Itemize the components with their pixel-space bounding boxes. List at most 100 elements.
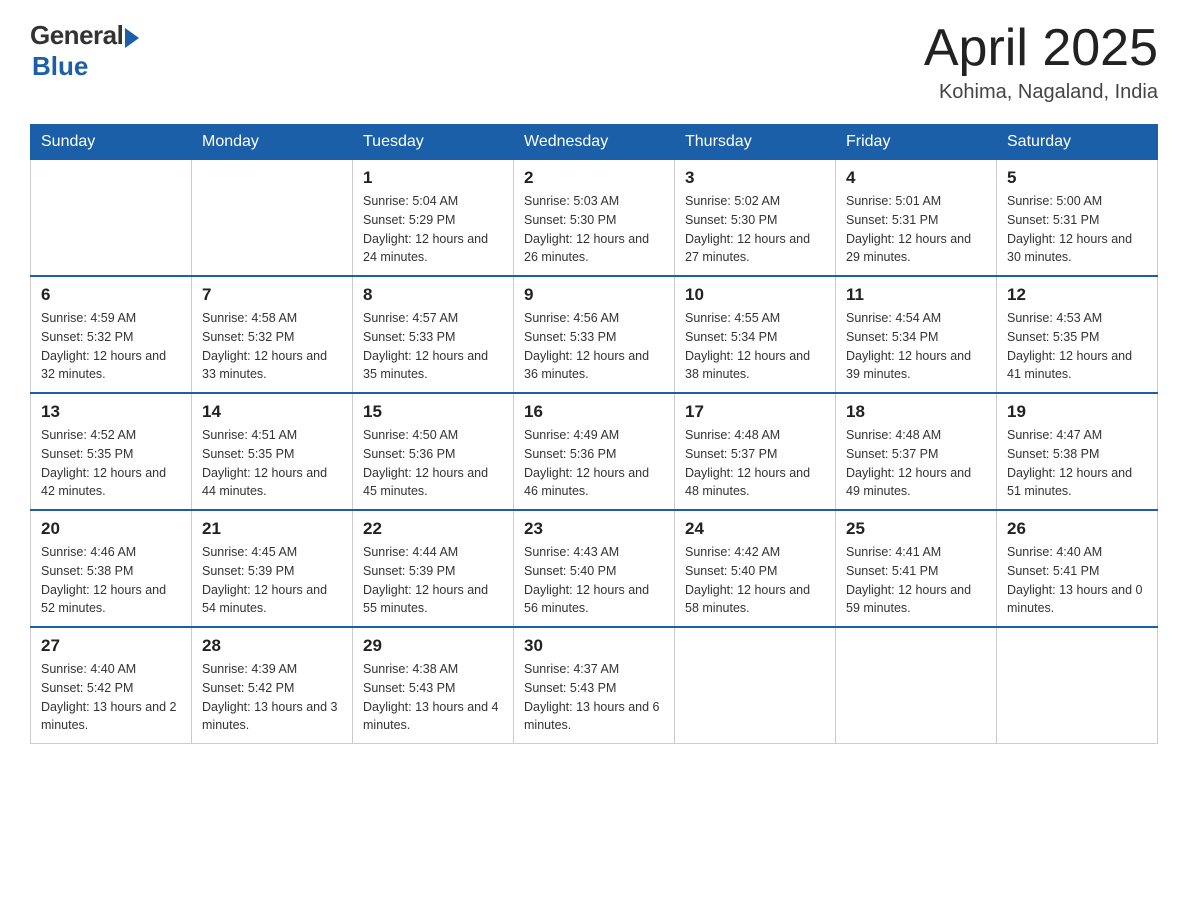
calendar-cell: 11 Sunrise: 4:54 AMSunset: 5:34 PMDayligh… (836, 276, 997, 393)
day-number: 7 (202, 285, 342, 305)
calendar-cell: 7 Sunrise: 4:58 AMSunset: 5:32 PMDaylight… (192, 276, 353, 393)
day-number: 18 (846, 402, 986, 422)
calendar-title: April 2025 (924, 20, 1158, 77)
weekday-header-wednesday: Wednesday (514, 125, 675, 160)
calendar-cell (997, 627, 1158, 744)
day-number: 10 (685, 285, 825, 305)
day-info: Sunrise: 5:03 AMSunset: 5:30 PMDaylight:… (524, 192, 664, 267)
day-info: Sunrise: 4:46 AMSunset: 5:38 PMDaylight:… (41, 543, 181, 618)
calendar-cell: 6 Sunrise: 4:59 AMSunset: 5:32 PMDaylight… (31, 276, 192, 393)
day-number: 3 (685, 168, 825, 188)
day-info: Sunrise: 4:43 AMSunset: 5:40 PMDaylight:… (524, 543, 664, 618)
day-info: Sunrise: 4:48 AMSunset: 5:37 PMDaylight:… (846, 426, 986, 501)
calendar-cell: 1 Sunrise: 5:04 AMSunset: 5:29 PMDaylight… (353, 160, 514, 277)
logo-blue-text: Blue (32, 51, 88, 82)
day-number: 12 (1007, 285, 1147, 305)
day-number: 26 (1007, 519, 1147, 539)
day-info: Sunrise: 4:39 AMSunset: 5:42 PMDaylight:… (202, 660, 342, 735)
day-info: Sunrise: 5:04 AMSunset: 5:29 PMDaylight:… (363, 192, 503, 267)
day-number: 27 (41, 636, 181, 656)
calendar-week-row: 6 Sunrise: 4:59 AMSunset: 5:32 PMDaylight… (31, 276, 1158, 393)
day-info: Sunrise: 4:42 AMSunset: 5:40 PMDaylight:… (685, 543, 825, 618)
calendar-cell: 27Sunrise: 4:40 AMSunset: 5:42 PMDayligh… (31, 627, 192, 744)
day-number: 15 (363, 402, 503, 422)
day-info: Sunrise: 4:50 AMSunset: 5:36 PMDaylight:… (363, 426, 503, 501)
day-info: Sunrise: 4:44 AMSunset: 5:39 PMDaylight:… (363, 543, 503, 618)
day-number: 1 (363, 168, 503, 188)
day-info: Sunrise: 4:48 AMSunset: 5:37 PMDaylight:… (685, 426, 825, 501)
day-number: 20 (41, 519, 181, 539)
calendar-cell: 17 Sunrise: 4:48 AMSunset: 5:37 PMDayligh… (675, 393, 836, 510)
day-info: Sunrise: 5:02 AMSunset: 5:30 PMDaylight:… (685, 192, 825, 267)
calendar-cell: 29Sunrise: 4:38 AMSunset: 5:43 PMDayligh… (353, 627, 514, 744)
weekday-header-friday: Friday (836, 125, 997, 160)
day-info: Sunrise: 4:57 AMSunset: 5:33 PMDaylight:… (363, 309, 503, 384)
day-info: Sunrise: 4:56 AMSunset: 5:33 PMDaylight:… (524, 309, 664, 384)
day-number: 5 (1007, 168, 1147, 188)
weekday-header-saturday: Saturday (997, 125, 1158, 160)
title-block: April 2025 Kohima, Nagaland, India (924, 20, 1158, 104)
day-number: 11 (846, 285, 986, 305)
calendar-cell: 20 Sunrise: 4:46 AMSunset: 5:38 PMDayligh… (31, 510, 192, 627)
weekday-header-row: SundayMondayTuesdayWednesdayThursdayFrid… (31, 125, 1158, 160)
day-info: Sunrise: 4:51 AMSunset: 5:35 PMDaylight:… (202, 426, 342, 501)
day-number: 19 (1007, 402, 1147, 422)
calendar-cell: 16Sunrise: 4:49 AMSunset: 5:36 PMDayligh… (514, 393, 675, 510)
day-number: 8 (363, 285, 503, 305)
calendar-cell: 14 Sunrise: 4:51 AMSunset: 5:35 PMDayligh… (192, 393, 353, 510)
day-number: 6 (41, 285, 181, 305)
day-info: Sunrise: 4:53 AMSunset: 5:35 PMDaylight:… (1007, 309, 1147, 384)
logo-general-text: General (30, 20, 123, 51)
calendar-table: SundayMondayTuesdayWednesdayThursdayFrid… (30, 124, 1158, 744)
calendar-cell: 5 Sunrise: 5:00 AMSunset: 5:31 PMDaylight… (997, 160, 1158, 277)
day-number: 4 (846, 168, 986, 188)
calendar-cell: 22Sunrise: 4:44 AMSunset: 5:39 PMDayligh… (353, 510, 514, 627)
calendar-location: Kohima, Nagaland, India (924, 81, 1158, 104)
day-info: Sunrise: 5:01 AMSunset: 5:31 PMDaylight:… (846, 192, 986, 267)
day-info: Sunrise: 4:49 AMSunset: 5:36 PMDaylight:… (524, 426, 664, 501)
day-number: 13 (41, 402, 181, 422)
calendar-cell: 13 Sunrise: 4:52 AMSunset: 5:35 PMDayligh… (31, 393, 192, 510)
day-info: Sunrise: 4:40 AMSunset: 5:41 PMDaylight:… (1007, 543, 1147, 618)
day-number: 2 (524, 168, 664, 188)
day-info: Sunrise: 4:58 AMSunset: 5:32 PMDaylight:… (202, 309, 342, 384)
calendar-cell: 24 Sunrise: 4:42 AMSunset: 5:40 PMDayligh… (675, 510, 836, 627)
day-info: Sunrise: 4:59 AMSunset: 5:32 PMDaylight:… (41, 309, 181, 384)
day-info: Sunrise: 4:37 AMSunset: 5:43 PMDaylight:… (524, 660, 664, 735)
calendar-cell: 18 Sunrise: 4:48 AMSunset: 5:37 PMDayligh… (836, 393, 997, 510)
calendar-cell: 4 Sunrise: 5:01 AMSunset: 5:31 PMDaylight… (836, 160, 997, 277)
weekday-header-sunday: Sunday (31, 125, 192, 160)
calendar-cell (31, 160, 192, 277)
calendar-week-row: 20 Sunrise: 4:46 AMSunset: 5:38 PMDayligh… (31, 510, 1158, 627)
weekday-header-monday: Monday (192, 125, 353, 160)
calendar-cell: 12 Sunrise: 4:53 AMSunset: 5:35 PMDayligh… (997, 276, 1158, 393)
day-number: 23 (524, 519, 664, 539)
calendar-cell: 2 Sunrise: 5:03 AMSunset: 5:30 PMDaylight… (514, 160, 675, 277)
calendar-cell: 10 Sunrise: 4:55 AMSunset: 5:34 PMDayligh… (675, 276, 836, 393)
day-number: 21 (202, 519, 342, 539)
logo-arrow-icon (125, 28, 139, 48)
day-number: 29 (363, 636, 503, 656)
day-number: 30 (524, 636, 664, 656)
calendar-week-row: 13 Sunrise: 4:52 AMSunset: 5:35 PMDayligh… (31, 393, 1158, 510)
calendar-cell: 9Sunrise: 4:56 AMSunset: 5:33 PMDaylight… (514, 276, 675, 393)
calendar-cell: 28 Sunrise: 4:39 AMSunset: 5:42 PMDayligh… (192, 627, 353, 744)
day-number: 25 (846, 519, 986, 539)
day-info: Sunrise: 4:45 AMSunset: 5:39 PMDaylight:… (202, 543, 342, 618)
day-number: 24 (685, 519, 825, 539)
calendar-week-row: 1 Sunrise: 5:04 AMSunset: 5:29 PMDaylight… (31, 160, 1158, 277)
logo: General Blue (30, 20, 139, 82)
day-number: 14 (202, 402, 342, 422)
day-info: Sunrise: 5:00 AMSunset: 5:31 PMDaylight:… (1007, 192, 1147, 267)
calendar-cell: 25Sunrise: 4:41 AMSunset: 5:41 PMDayligh… (836, 510, 997, 627)
calendar-cell (192, 160, 353, 277)
day-number: 17 (685, 402, 825, 422)
page-header: General Blue April 2025 Kohima, Nagaland… (30, 20, 1158, 104)
calendar-cell: 8 Sunrise: 4:57 AMSunset: 5:33 PMDaylight… (353, 276, 514, 393)
calendar-cell (675, 627, 836, 744)
day-number: 28 (202, 636, 342, 656)
day-info: Sunrise: 4:52 AMSunset: 5:35 PMDaylight:… (41, 426, 181, 501)
day-info: Sunrise: 4:54 AMSunset: 5:34 PMDaylight:… (846, 309, 986, 384)
day-info: Sunrise: 4:55 AMSunset: 5:34 PMDaylight:… (685, 309, 825, 384)
calendar-cell: 15 Sunrise: 4:50 AMSunset: 5:36 PMDayligh… (353, 393, 514, 510)
